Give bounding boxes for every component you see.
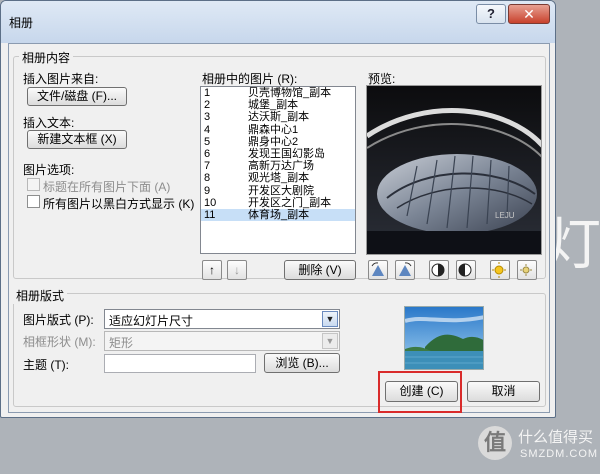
list-item[interactable]: 5 鼎身中心2 [201,136,355,148]
insert-text-label: 插入文本: [23,116,75,130]
list-item-name: 体育场_副本 [248,208,310,221]
picture-layout-label: 图片版式 (P): [23,313,94,327]
list-item-name: 鼎森中心1 [248,123,299,136]
list-item-number: 11 [204,208,216,221]
list-item-name: 高新万达广场 [248,160,314,173]
list-item-number: 1 [204,87,211,99]
preview-image: LEJU [366,85,542,255]
contrast-up-icon[interactable] [429,260,449,280]
list-item-number: 6 [204,147,211,160]
list-item-name: 达沃斯_副本 [248,111,310,124]
delete-button[interactable]: 删除 (V) [284,260,356,280]
album-layout-group-label: 相册版式 [13,287,68,304]
frame-shape-select[interactable]: 矩形 ▼ [104,331,340,351]
list-item-name: 城堡_副本 [248,99,299,112]
insert-picture-label: 插入图片来自: [23,72,99,86]
black-white-checkbox[interactable] [27,195,40,208]
list-item[interactable]: 10 开发区之门_副本 [201,197,355,209]
stadium-preview-graphic: LEJU [367,86,541,254]
watermark-line1: 什么值得买 [518,428,594,446]
theme-label: 主题 (T): [23,358,69,372]
contrast-down-icon[interactable] [456,260,476,280]
watermark-line2: SMZDM.COM [520,448,599,460]
annotation-highlight-box [378,371,462,413]
chevron-down-icon: ▼ [322,333,338,349]
list-item-name: 鼎身中心2 [248,135,299,148]
move-down-button[interactable]: ↓ [227,260,247,280]
list-item-number: 2 [204,99,211,112]
rotate-left-icon[interactable] [368,260,388,280]
picture-layout-value: 适应幻灯片尺寸 [109,314,194,328]
browse-button[interactable]: 浏览 (B)... [264,353,340,373]
list-item[interactable]: 4 鼎森中心1 [201,124,355,136]
rotate-right-icon[interactable] [395,260,415,280]
brightness-down-icon[interactable] [517,260,537,280]
list-item-name: 开发区之门_副本 [248,196,332,209]
picture-options-label: 图片选项: [23,163,75,177]
black-white-label: 所有图片以黑白方式显示 (K) [43,197,195,211]
theme-input[interactable] [104,354,256,373]
watermark: 值 什么值得买 SMZDM.COM [470,420,598,470]
move-up-button[interactable]: ↑ [202,260,222,280]
captions-below-checkbox[interactable] [27,178,40,191]
list-item-name: 发现王国幻影岛 [248,147,325,160]
list-item-number: 7 [204,160,211,173]
list-item-number: 4 [204,123,211,136]
new-textbox-button[interactable]: 新建文本框 (X) [27,130,127,149]
list-item-number: 10 [204,196,217,209]
cancel-button[interactable]: 取消 [467,381,540,402]
photo-album-dialog: 相册 ? ✕ 相册内容 插入图片来自: 文件/磁盘 (F)... 插入文本: 新… [0,0,556,418]
list-item-name: 开发区大剧院 [248,184,314,197]
list-item-name: 贝壳博物馆_副本 [248,87,332,99]
brightness-up-icon[interactable] [490,260,510,280]
lake-thumbnail-graphic [405,307,483,369]
title-bar: 相册 ? ✕ [1,1,555,43]
list-item[interactable]: 7 高新万达广场 [201,160,355,172]
list-item[interactable]: 2 城堡_副本 [201,99,355,111]
list-item[interactable]: 8 观光塔_副本 [201,172,355,184]
chevron-down-icon: ▼ [322,311,338,327]
list-item[interactable]: 3 达沃斯_副本 [201,111,355,123]
list-item-number: 5 [204,135,211,148]
frame-shape-label: 相框形状 (M): [23,335,96,349]
frame-shape-value: 矩形 [109,336,134,350]
watermark-badge: 值 [478,426,512,460]
dialog-title: 相册 [9,16,34,30]
list-item-number: 9 [204,184,211,197]
captions-below-label: 标题在所有图片下面 (A) [43,180,171,194]
file-disk-button[interactable]: 文件/磁盘 (F)... [27,87,127,106]
list-item-number: 3 [204,111,211,124]
close-button[interactable]: ✕ [508,4,550,24]
list-item[interactable]: 1 贝壳博物馆_副本 [201,87,355,99]
pictures-in-album-label: 相册中的图片 (R): [202,72,298,86]
album-content-group-label: 相册内容 [19,49,74,66]
list-item[interactable]: 11 体育场_副本 [201,208,355,222]
list-item[interactable]: 9 开发区大剧院 [201,185,355,197]
list-item-number: 8 [204,172,211,185]
picture-layout-select[interactable]: 适应幻灯片尺寸 ▼ [104,309,340,329]
help-button[interactable]: ? [476,4,506,24]
svg-text:LEJU: LEJU [495,211,515,220]
list-item[interactable]: 6 发现王国幻影岛 [201,148,355,160]
list-item-name: 观光塔_副本 [248,172,310,185]
picture-list[interactable]: 1 贝壳博物馆_副本 2 城堡_副本 3 达沃斯_副本 4 鼎森中心1 5 鼎身中心2 6 发现王国幻… [200,86,356,254]
layout-thumbnail [404,306,484,370]
